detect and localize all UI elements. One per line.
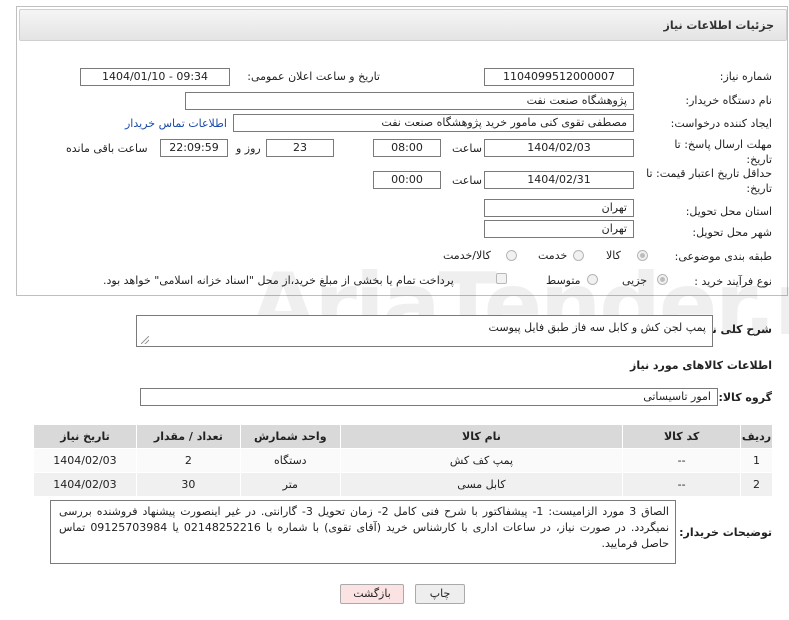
col-unit: واحد شمارش xyxy=(239,424,341,449)
price-validity-date-field[interactable]: 1404/02/31 xyxy=(484,171,634,189)
category-radio-service[interactable] xyxy=(573,250,584,261)
price-validity-time-label: ساعت xyxy=(452,174,482,187)
resize-handle-icon[interactable] xyxy=(141,336,149,344)
need-number-label: شماره نیاز: xyxy=(719,70,772,83)
deadline-label: مهلت ارسال پاسخ: تا تاریخ: xyxy=(674,138,772,166)
col-row: ردیف xyxy=(740,424,773,449)
col-name: نام کالا xyxy=(339,424,624,449)
cell-row: 2 xyxy=(740,472,773,497)
table-row[interactable]: 2 -- کابل مسی متر 30 1404/02/03 xyxy=(33,472,773,497)
days-label: روز و xyxy=(236,142,261,155)
goods-table-header: ردیف کد کالا نام کالا واحد شمارش تعداد /… xyxy=(33,424,773,449)
print-button[interactable]: چاپ xyxy=(415,584,465,604)
requester-label: ایجاد کننده درخواست: xyxy=(670,117,772,130)
process-type-label: نوع فرآیند خرید : xyxy=(694,275,772,288)
buyer-contact-link[interactable]: اطلاعات تماس خریدار xyxy=(125,117,227,130)
buyer-notes-textarea[interactable]: الصاق 3 مورد الزامیست: 1- پیشفاکتور با ش… xyxy=(50,500,676,564)
col-date: تاریخ نیاز xyxy=(33,424,137,449)
cell-code: -- xyxy=(622,472,742,497)
col-code: کد کالا xyxy=(622,424,742,449)
remaining-time-label: ساعت باقی مانده xyxy=(66,142,148,155)
panel-title: جزئیات اطلاعات نیاز xyxy=(663,19,775,32)
cell-name: پمپ کف کش xyxy=(339,448,624,473)
table-row[interactable]: 1 -- پمپ کف کش دستگاه 2 1404/02/03 xyxy=(33,448,773,473)
cell-qty: 2 xyxy=(135,448,241,473)
col-qty: تعداد / مقدار xyxy=(135,424,241,449)
description-text: پمپ لجن کش و کابل سه فاز طبق فایل پیوست xyxy=(488,321,706,334)
cell-unit: دستگاه xyxy=(239,448,341,473)
goods-group-field[interactable]: امور تاسیساتی xyxy=(140,388,718,406)
process-radio-medium[interactable] xyxy=(587,274,598,285)
goods-group-label: گروه کالا: xyxy=(718,391,772,404)
process-option-minor: جزیی xyxy=(622,274,648,287)
cell-code: -- xyxy=(622,448,742,473)
days-remaining-field[interactable]: 23 xyxy=(266,139,334,157)
category-radio-goods-service[interactable] xyxy=(506,250,517,261)
category-option-service: خدمت xyxy=(538,249,568,262)
cell-name: کابل مسی xyxy=(339,472,624,497)
cell-qty: 30 xyxy=(135,472,241,497)
category-option-goods: کالا xyxy=(606,249,621,262)
deadline-time-label: ساعت xyxy=(452,142,482,155)
description-textarea[interactable]: پمپ لجن کش و کابل سه فاز طبق فایل پیوست xyxy=(136,315,713,347)
panel-header: جزئیات اطلاعات نیاز xyxy=(19,9,787,41)
city-label: شهر محل تحویل: xyxy=(692,226,772,239)
category-option-goods-service: کالا/خدمت xyxy=(443,249,491,262)
treasury-payment-checkbox[interactable] xyxy=(496,273,507,284)
cell-unit: متر xyxy=(239,472,341,497)
city-field[interactable]: تهران xyxy=(484,220,634,238)
buyer-org-label: نام دستگاه خریدار: xyxy=(685,94,772,107)
province-label: استان محل تحویل: xyxy=(685,205,772,218)
price-validity-time-field[interactable]: 00:00 xyxy=(373,171,441,189)
announce-label: تاریخ و ساعت اعلان عمومی: xyxy=(247,70,380,83)
deadline-date-field[interactable]: 1404/02/03 xyxy=(484,139,634,157)
category-radio-goods[interactable] xyxy=(637,250,648,261)
deadline-time-field[interactable]: 08:00 xyxy=(373,139,441,157)
need-number-field[interactable]: 1104099512000007 xyxy=(484,68,634,86)
process-radio-minor[interactable] xyxy=(657,274,668,285)
price-validity-label: حداقل تاریخ اعتبار قیمت: تا تاریخ: xyxy=(646,167,772,195)
treasury-payment-note: پرداخت تمام یا بخشی از مبلغ خرید،از محل … xyxy=(103,274,454,287)
cell-date: 1404/02/03 xyxy=(33,472,137,497)
requester-field[interactable]: مصطفی تقوی کنی مامور خرید پژوهشگاه صنعت … xyxy=(233,114,634,132)
announce-datetime-field[interactable]: 1404/01/10 - 09:34 xyxy=(80,68,230,86)
province-field[interactable]: تهران xyxy=(484,199,634,217)
cell-row: 1 xyxy=(740,448,773,473)
buyer-org-field[interactable]: پژوهشگاه صنعت نفت xyxy=(185,92,634,110)
back-button[interactable]: بازگشت xyxy=(340,584,404,604)
cell-date: 1404/02/03 xyxy=(33,448,137,473)
goods-section-title: اطلاعات کالاهای مورد نیاز xyxy=(630,359,772,372)
buyer-notes-text: الصاق 3 مورد الزامیست: 1- پیشفاکتور با ش… xyxy=(59,505,670,550)
buyer-notes-label: توضیحات خریدار: xyxy=(679,526,772,539)
category-label: طبقه بندی موضوعی: xyxy=(674,250,772,263)
remaining-time-field[interactable]: 22:09:59 xyxy=(160,139,228,157)
process-option-medium: متوسط xyxy=(546,274,581,287)
goods-table: ردیف کد کالا نام کالا واحد شمارش تعداد /… xyxy=(33,424,773,497)
